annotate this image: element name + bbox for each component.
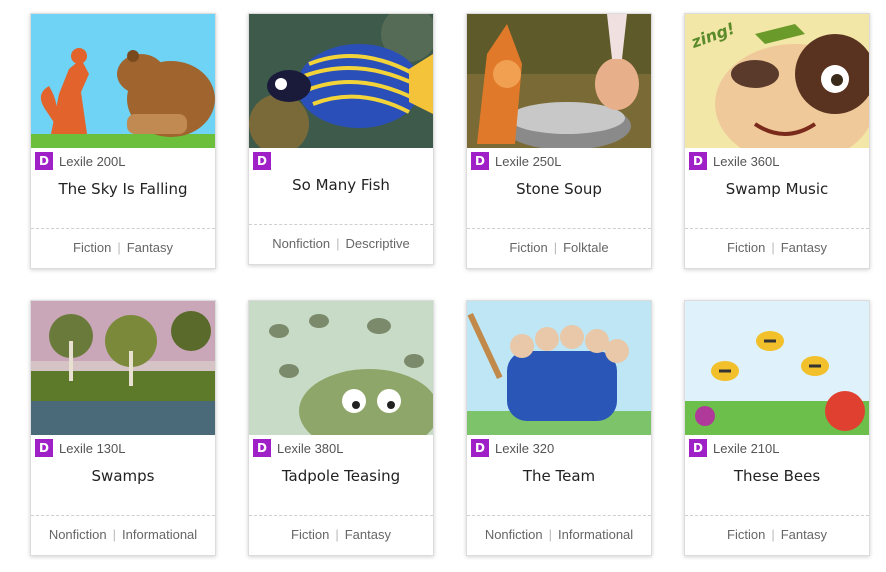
book-cover-swamp-music[interactable]: zing! bbox=[685, 14, 869, 148]
card-divider bbox=[685, 228, 869, 229]
angelfish-photo bbox=[249, 14, 433, 148]
book-categories: Nonfiction | Informational bbox=[467, 527, 651, 542]
level-badge: D bbox=[35, 439, 53, 457]
level-badge: D bbox=[253, 439, 271, 457]
lexile-label: Lexile 130L bbox=[59, 440, 126, 456]
card-divider bbox=[685, 515, 869, 516]
level-badge: D bbox=[471, 439, 489, 457]
lexile-label: Lexile 380L bbox=[277, 440, 344, 456]
card-divider bbox=[249, 224, 433, 225]
category-genre: Fiction bbox=[509, 240, 548, 255]
book-categories: Nonfiction | Informational bbox=[31, 527, 215, 542]
book-card-so-many-fish[interactable]: D So Many Fish Nonfiction | Descriptive bbox=[248, 13, 434, 265]
lexile-label: Lexile 210L bbox=[713, 440, 780, 456]
level-badge: D bbox=[35, 152, 53, 170]
category-genre: Nonfiction bbox=[272, 236, 331, 251]
category-type: Informational bbox=[558, 527, 634, 542]
book-card-tadpole-teasing[interactable]: D Lexile 380L Tadpole Teasing Fiction | Fa… bbox=[248, 300, 434, 556]
book-title: Stone Soup bbox=[516, 180, 602, 198]
lexile-label: Lexile 200L bbox=[59, 153, 126, 169]
category-type: Descriptive bbox=[345, 236, 410, 251]
book-cover-the-sky-is-falling[interactable] bbox=[31, 14, 215, 148]
book-categories: Nonfiction | Descriptive bbox=[249, 236, 433, 251]
card-divider bbox=[31, 515, 215, 516]
category-separator: | bbox=[117, 240, 121, 255]
lexile-label: Lexile 360L bbox=[713, 153, 780, 169]
category-genre: Fiction bbox=[727, 240, 766, 255]
fox-and-bear-illustration bbox=[31, 14, 215, 148]
swamp-landscape-photo bbox=[31, 301, 215, 435]
book-cover-tadpole-teasing[interactable] bbox=[249, 301, 433, 435]
book-title: So Many Fish bbox=[292, 176, 390, 194]
book-categories: Fiction | Fantasy bbox=[685, 527, 869, 542]
category-separator: | bbox=[112, 527, 117, 542]
book-categories: Fiction | Fantasy bbox=[685, 240, 869, 255]
level-badge: D bbox=[471, 152, 489, 170]
level-badge: D bbox=[689, 439, 707, 457]
category-type: Fantasy bbox=[344, 527, 391, 542]
book-title: The Sky Is Falling bbox=[58, 180, 188, 198]
book-title: The Team bbox=[522, 467, 596, 485]
category-separator: | bbox=[771, 240, 775, 255]
category-type: Fantasy bbox=[126, 240, 173, 255]
category-separator: | bbox=[336, 236, 340, 251]
bees-illustration bbox=[685, 301, 869, 435]
card-divider bbox=[467, 228, 651, 229]
lexile-label: Lexile 320 bbox=[495, 440, 555, 456]
level-badge: D bbox=[689, 152, 707, 170]
category-genre: Fiction bbox=[73, 240, 112, 255]
book-title: Swamps bbox=[91, 467, 155, 485]
stone-soup-illustration bbox=[467, 14, 651, 148]
category-type: Folktale bbox=[563, 240, 609, 255]
category-genre: Fiction bbox=[291, 527, 330, 542]
category-type: Fantasy bbox=[780, 527, 827, 542]
book-title: Swamp Music bbox=[725, 180, 829, 198]
card-divider bbox=[31, 228, 215, 229]
category-separator: | bbox=[553, 240, 558, 255]
book-categories: Fiction | Fantasy bbox=[249, 527, 433, 542]
baseball-team-illustration bbox=[467, 301, 651, 435]
book-card-swamps[interactable]: D Lexile 130L Swamps Nonfiction | Informat… bbox=[30, 300, 216, 556]
book-card-swamp-music[interactable]: zing! D Lexile 360L Swamp Music Fiction |… bbox=[684, 13, 870, 269]
category-separator: | bbox=[548, 527, 553, 542]
book-cover-stone-soup[interactable] bbox=[467, 14, 651, 148]
tadpoles-illustration bbox=[249, 301, 433, 435]
card-divider bbox=[467, 515, 651, 516]
book-title: These Bees bbox=[733, 467, 821, 485]
dog-and-grasshopper-illustration: zing! bbox=[685, 14, 869, 148]
category-separator: | bbox=[335, 527, 339, 542]
category-separator: | bbox=[771, 527, 775, 542]
book-categories: Fiction | Folktale bbox=[467, 240, 651, 255]
category-type: Fantasy bbox=[780, 240, 827, 255]
book-card-the-team[interactable]: D Lexile 320 The Team Nonfiction | Informa… bbox=[466, 300, 652, 556]
book-cover-swamps[interactable] bbox=[31, 301, 215, 435]
category-genre: Nonfiction bbox=[484, 527, 543, 542]
book-title: Tadpole Teasing bbox=[281, 467, 401, 485]
category-genre: Nonfiction bbox=[48, 527, 107, 542]
card-divider bbox=[249, 515, 433, 516]
book-cover-so-many-fish[interactable] bbox=[249, 14, 433, 148]
book-cover-these-bees[interactable] bbox=[685, 301, 869, 435]
level-badge: D bbox=[253, 152, 271, 170]
lexile-label: Lexile 250L bbox=[495, 153, 562, 169]
book-card-the-sky-is-falling[interactable]: D Lexile 200L The Sky Is Falling Fiction… bbox=[30, 13, 216, 269]
book-card-these-bees[interactable]: D Lexile 210L These Bees Fiction | Fantasy bbox=[684, 300, 870, 556]
category-type: Informational bbox=[122, 527, 198, 542]
category-genre: Fiction bbox=[727, 527, 766, 542]
book-card-stone-soup[interactable]: D Lexile 250L Stone Soup Fiction | Folktal… bbox=[466, 13, 652, 269]
book-cover-the-team[interactable] bbox=[467, 301, 651, 435]
book-categories: Fiction | Fantasy bbox=[31, 240, 215, 255]
